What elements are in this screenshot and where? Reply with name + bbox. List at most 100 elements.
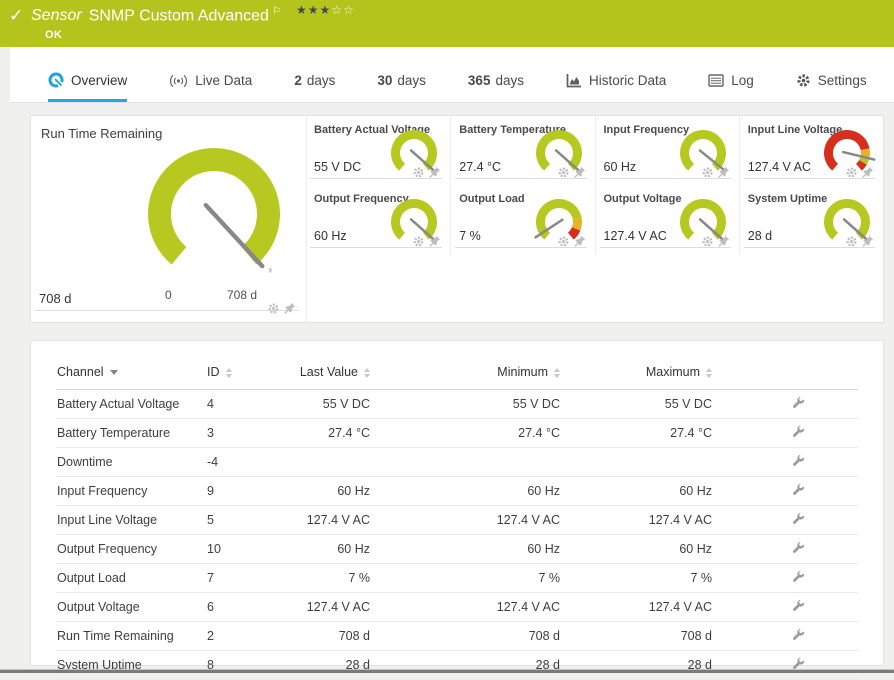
gear-icon[interactable]: [845, 166, 858, 184]
gauge-title: System Uptime: [747, 193, 828, 205]
channels-table: Channel ID Last Value Minimum Maximum Batter…: [56, 355, 858, 680]
star-filled-icon[interactable]: ★: [320, 3, 332, 17]
gear-icon[interactable]: [701, 166, 714, 184]
pin-icon[interactable]: [573, 166, 586, 184]
gear-icon[interactable]: [557, 235, 570, 253]
priority-stars[interactable]: ★★★☆☆: [296, 3, 355, 17]
channel-last-value: 127.4 V AC: [291, 505, 371, 535]
gauge-title: Output Voltage: [603, 193, 682, 205]
column-label: ID: [207, 365, 220, 379]
gauge-cell-battery-actual-voltage[interactable]: Battery Actual Voltage 55 V DC: [306, 116, 450, 185]
channel-last-value: 28 d: [291, 650, 371, 680]
gauge-cell-output-frequency[interactable]: Output Frequency 60 Hz: [306, 185, 450, 254]
pin-icon[interactable]: [573, 235, 586, 253]
channel-actions: [713, 592, 858, 622]
wrench-icon[interactable]: [792, 541, 806, 558]
wrench-icon[interactable]: [792, 483, 806, 500]
log-icon: [708, 74, 724, 87]
gauge-cell-output-voltage[interactable]: Output Voltage 127.4 V AC: [594, 185, 739, 254]
wrench-icon[interactable]: [792, 396, 806, 413]
column-label: Maximum: [645, 365, 700, 379]
column-header-minimum[interactable]: Minimum: [371, 355, 561, 390]
tab-settings[interactable]: Settings: [796, 73, 867, 102]
gear-icon[interactable]: [267, 302, 280, 320]
flag-icon[interactable]: ⚐: [272, 6, 281, 17]
gauge-cell-input-frequency[interactable]: Input Frequency 60 Hz: [594, 116, 739, 185]
tab-log[interactable]: Log: [708, 73, 754, 102]
tab-overview[interactable]: Overview: [48, 72, 128, 102]
gauge-cell-output-load[interactable]: Output Load 7 %: [450, 185, 594, 254]
column-header-id[interactable]: ID: [206, 355, 291, 390]
channel-last-value: 55 V DC: [291, 389, 371, 419]
channel-minimum: 27.4 °C: [371, 418, 561, 448]
pin-icon[interactable]: [717, 235, 730, 253]
gauge-min-label: 0: [165, 288, 172, 302]
gauge-actions: [701, 166, 730, 184]
wrench-icon[interactable]: [792, 454, 806, 471]
tab-label: days: [495, 73, 524, 88]
gauge-actions: [557, 166, 586, 184]
wrench-icon[interactable]: [792, 599, 806, 616]
column-header-channel[interactable]: Channel: [56, 355, 206, 390]
channel-maximum: 127.4 V AC: [561, 592, 713, 622]
gauge-cell-system-uptime[interactable]: System Uptime 28 d: [738, 185, 883, 254]
channel-name: System Uptime: [56, 650, 206, 680]
pin-icon[interactable]: [861, 235, 874, 253]
pin-icon[interactable]: [428, 166, 441, 184]
tab-365-days[interactable]: 365 days: [468, 73, 524, 102]
table-row-output-load: Output Load 7 7 % 7 % 7 %: [56, 563, 858, 593]
channel-minimum: 7 %: [371, 563, 561, 593]
gauge-max-label: 708 d: [227, 288, 258, 302]
tab-30-days[interactable]: 30 days: [377, 73, 426, 102]
gear-icon[interactable]: [557, 166, 570, 184]
gauge-cell-run-time-remaining[interactable]: Run Time Remaining x 0 708 d 708 d: [31, 116, 307, 322]
gear-icon[interactable]: [412, 166, 425, 184]
channel-minimum: 28 d: [371, 650, 561, 680]
sensor-title: SNMP Custom Advanced: [88, 7, 269, 25]
gauge-cell-input-line-voltage[interactable]: Input Line Voltage 127.4 V AC: [738, 116, 883, 185]
channel-id: 4: [206, 389, 291, 419]
star-empty-icon[interactable]: ☆: [331, 3, 343, 17]
pin-icon[interactable]: [428, 235, 441, 253]
channel-actions: [713, 447, 858, 477]
table-row-battery-actual-voltage: Battery Actual Voltage 4 55 V DC 55 V DC 55 …: [56, 389, 858, 419]
tab-historic-data[interactable]: Historic Data: [566, 73, 666, 102]
gauge-cell-battery-temperature[interactable]: Battery Temperature 27.4 °C: [450, 116, 594, 185]
wrench-icon[interactable]: [792, 570, 806, 587]
channel-name: Input Line Voltage: [56, 505, 206, 535]
column-header-actions: [713, 355, 858, 390]
tab-bar: Overview Live Data 2 days 30 days 365 days Histo…: [10, 47, 894, 103]
channel-actions: [713, 476, 858, 506]
star-filled-icon[interactable]: ★: [308, 3, 320, 17]
pin-icon[interactable]: [283, 302, 296, 320]
star-empty-icon[interactable]: ☆: [343, 3, 355, 17]
channel-minimum: 127.4 V AC: [371, 505, 561, 535]
tab-live-data[interactable]: Live Data: [169, 73, 252, 102]
column-header-maximum[interactable]: Maximum: [561, 355, 713, 390]
sort-icon: [554, 367, 560, 378]
gear-icon[interactable]: [845, 235, 858, 253]
channel-id: 8: [206, 650, 291, 680]
gear-icon[interactable]: [412, 235, 425, 253]
window-bottom-edge: [0, 669, 894, 673]
svg-text:x: x: [268, 266, 272, 275]
tab-2-days[interactable]: 2 days: [294, 73, 335, 102]
gauge-actions: [267, 302, 296, 320]
pin-icon[interactable]: [861, 166, 874, 184]
sensor-title-line: Sensor SNMP Custom Advanced ⚐: [31, 6, 281, 25]
wrench-icon[interactable]: [792, 628, 806, 645]
table-row-output-voltage: Output Voltage 6 127.4 V AC 127.4 V AC 127.4…: [56, 592, 858, 622]
star-filled-icon[interactable]: ★: [296, 3, 308, 17]
wrench-icon[interactable]: [792, 425, 806, 442]
table-row-run-time-remaining: Run Time Remaining 2 708 d 708 d 708 d: [56, 621, 858, 651]
gear-icon[interactable]: [701, 235, 714, 253]
channel-name: Output Load: [56, 563, 206, 593]
channel-name: Downtime: [56, 447, 206, 477]
column-header-last-value[interactable]: Last Value: [291, 355, 371, 390]
wrench-icon[interactable]: [792, 512, 806, 529]
channel-maximum: 28 d: [561, 650, 713, 680]
channel-id: -4: [206, 447, 291, 477]
pin-icon[interactable]: [717, 166, 730, 184]
channel-last-value: 27.4 °C: [291, 418, 371, 448]
channel-actions: [713, 650, 858, 680]
